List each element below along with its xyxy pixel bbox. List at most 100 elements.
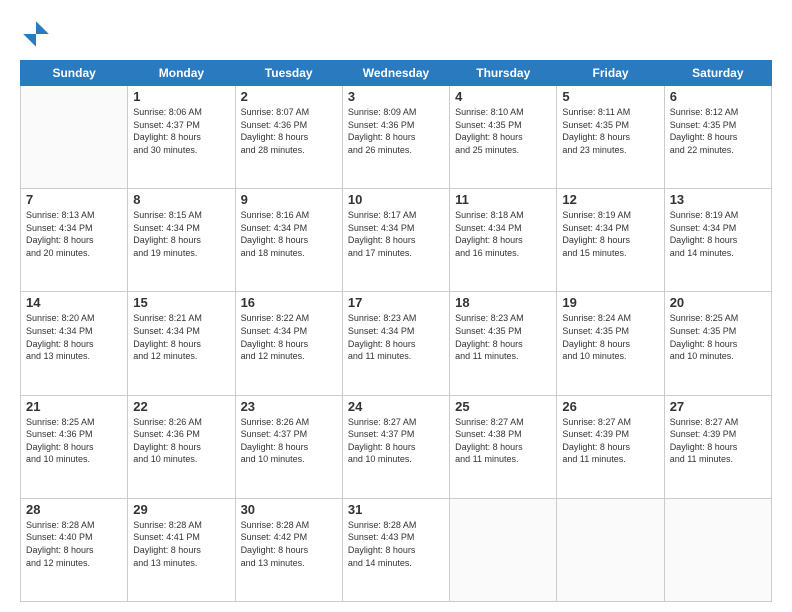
- calendar-cell: [21, 86, 128, 189]
- day-info: Sunrise: 8:15 AMSunset: 4:34 PMDaylight:…: [133, 209, 229, 259]
- daylight-text: Daylight: 8 hoursand 10 minutes.: [562, 338, 658, 363]
- sunrise-text: Sunrise: 8:21 AM: [133, 312, 229, 325]
- calendar-cell: 10Sunrise: 8:17 AMSunset: 4:34 PMDayligh…: [342, 189, 449, 292]
- day-info: Sunrise: 8:18 AMSunset: 4:34 PMDaylight:…: [455, 209, 551, 259]
- sunrise-text: Sunrise: 8:19 AM: [670, 209, 766, 222]
- day-info: Sunrise: 8:25 AMSunset: 4:35 PMDaylight:…: [670, 312, 766, 362]
- weekday-header-tuesday: Tuesday: [235, 61, 342, 86]
- calendar-cell: 30Sunrise: 8:28 AMSunset: 4:42 PMDayligh…: [235, 498, 342, 601]
- sunset-text: Sunset: 4:35 PM: [455, 325, 551, 338]
- day-number: 12: [562, 192, 658, 207]
- day-info: Sunrise: 8:27 AMSunset: 4:38 PMDaylight:…: [455, 416, 551, 466]
- daylight-text: Daylight: 8 hoursand 11 minutes.: [455, 338, 551, 363]
- calendar-cell: 9 Sunrise: 8:16 AMSunset: 4:34 PMDaylight…: [235, 189, 342, 292]
- daylight-text: Daylight: 8 hoursand 25 minutes.: [455, 131, 551, 156]
- day-info: Sunrise: 8:11 AMSunset: 4:35 PMDaylight:…: [562, 106, 658, 156]
- sunset-text: Sunset: 4:37 PM: [133, 119, 229, 132]
- day-info: Sunrise: 8:13 AMSunset: 4:34 PMDaylight:…: [26, 209, 122, 259]
- calendar-cell: 6 Sunrise: 8:12 AMSunset: 4:35 PMDaylight…: [664, 86, 771, 189]
- day-number: 24: [348, 399, 444, 414]
- day-number: 4: [455, 89, 551, 104]
- header: [20, 18, 772, 50]
- sunrise-text: Sunrise: 8:26 AM: [241, 416, 337, 429]
- daylight-text: Daylight: 8 hoursand 18 minutes.: [241, 234, 337, 259]
- week-row-3: 21Sunrise: 8:25 AMSunset: 4:36 PMDayligh…: [21, 395, 772, 498]
- day-number: 1: [133, 89, 229, 104]
- calendar-cell: 7 Sunrise: 8:13 AMSunset: 4:34 PMDaylight…: [21, 189, 128, 292]
- sunset-text: Sunset: 4:37 PM: [348, 428, 444, 441]
- daylight-text: Daylight: 8 hoursand 12 minutes.: [26, 544, 122, 569]
- daylight-text: Daylight: 8 hoursand 13 minutes.: [241, 544, 337, 569]
- sunrise-text: Sunrise: 8:15 AM: [133, 209, 229, 222]
- calendar-cell: 17Sunrise: 8:23 AMSunset: 4:34 PMDayligh…: [342, 292, 449, 395]
- sunset-text: Sunset: 4:37 PM: [241, 428, 337, 441]
- day-number: 16: [241, 295, 337, 310]
- sunset-text: Sunset: 4:39 PM: [562, 428, 658, 441]
- calendar-cell: 8Sunrise: 8:15 AMSunset: 4:34 PMDaylight…: [128, 189, 235, 292]
- sunset-text: Sunset: 4:42 PM: [241, 531, 337, 544]
- day-number: 9: [241, 192, 337, 207]
- sunset-text: Sunset: 4:41 PM: [133, 531, 229, 544]
- day-info: Sunrise: 8:16 AMSunset: 4:34 PMDaylight:…: [241, 209, 337, 259]
- day-info: Sunrise: 8:19 AMSunset: 4:34 PMDaylight:…: [562, 209, 658, 259]
- calendar-cell: 4 Sunrise: 8:10 AMSunset: 4:35 PMDaylight…: [450, 86, 557, 189]
- daylight-text: Daylight: 8 hoursand 11 minutes.: [562, 441, 658, 466]
- daylight-text: Daylight: 8 hoursand 16 minutes.: [455, 234, 551, 259]
- sunset-text: Sunset: 4:35 PM: [562, 325, 658, 338]
- sunset-text: Sunset: 4:36 PM: [26, 428, 122, 441]
- sunrise-text: Sunrise: 8:22 AM: [241, 312, 337, 325]
- sunset-text: Sunset: 4:40 PM: [26, 531, 122, 544]
- sunrise-text: Sunrise: 8:06 AM: [133, 106, 229, 119]
- weekday-header-row: SundayMondayTuesdayWednesdayThursdayFrid…: [21, 61, 772, 86]
- day-info: Sunrise: 8:26 AMSunset: 4:37 PMDaylight:…: [241, 416, 337, 466]
- day-info: Sunrise: 8:12 AMSunset: 4:35 PMDaylight:…: [670, 106, 766, 156]
- day-number: 27: [670, 399, 766, 414]
- calendar-cell: 22Sunrise: 8:26 AMSunset: 4:36 PMDayligh…: [128, 395, 235, 498]
- day-number: 13: [670, 192, 766, 207]
- sunrise-text: Sunrise: 8:12 AM: [670, 106, 766, 119]
- daylight-text: Daylight: 8 hoursand 10 minutes.: [670, 338, 766, 363]
- day-number: 11: [455, 192, 551, 207]
- day-info: Sunrise: 8:10 AMSunset: 4:35 PMDaylight:…: [455, 106, 551, 156]
- calendar-cell: 21Sunrise: 8:25 AMSunset: 4:36 PMDayligh…: [21, 395, 128, 498]
- sunrise-text: Sunrise: 8:23 AM: [348, 312, 444, 325]
- sunset-text: Sunset: 4:35 PM: [670, 325, 766, 338]
- calendar-cell: 27Sunrise: 8:27 AMSunset: 4:39 PMDayligh…: [664, 395, 771, 498]
- sunrise-text: Sunrise: 8:20 AM: [26, 312, 122, 325]
- day-number: 7: [26, 192, 122, 207]
- day-info: Sunrise: 8:23 AMSunset: 4:35 PMDaylight:…: [455, 312, 551, 362]
- sunrise-text: Sunrise: 8:27 AM: [670, 416, 766, 429]
- day-number: 10: [348, 192, 444, 207]
- day-info: Sunrise: 8:07 AMSunset: 4:36 PMDaylight:…: [241, 106, 337, 156]
- sunset-text: Sunset: 4:34 PM: [133, 325, 229, 338]
- daylight-text: Daylight: 8 hoursand 10 minutes.: [26, 441, 122, 466]
- day-info: Sunrise: 8:27 AMSunset: 4:37 PMDaylight:…: [348, 416, 444, 466]
- sunset-text: Sunset: 4:36 PM: [133, 428, 229, 441]
- sunset-text: Sunset: 4:34 PM: [348, 222, 444, 235]
- sunrise-text: Sunrise: 8:23 AM: [455, 312, 551, 325]
- sunrise-text: Sunrise: 8:11 AM: [562, 106, 658, 119]
- daylight-text: Daylight: 8 hoursand 30 minutes.: [133, 131, 229, 156]
- sunset-text: Sunset: 4:34 PM: [348, 325, 444, 338]
- calendar-cell: 5Sunrise: 8:11 AMSunset: 4:35 PMDaylight…: [557, 86, 664, 189]
- day-info: Sunrise: 8:23 AMSunset: 4:34 PMDaylight:…: [348, 312, 444, 362]
- calendar-cell: 26Sunrise: 8:27 AMSunset: 4:39 PMDayligh…: [557, 395, 664, 498]
- daylight-text: Daylight: 8 hoursand 23 minutes.: [562, 131, 658, 156]
- calendar-cell: 15Sunrise: 8:21 AMSunset: 4:34 PMDayligh…: [128, 292, 235, 395]
- calendar-cell: 20Sunrise: 8:25 AMSunset: 4:35 PMDayligh…: [664, 292, 771, 395]
- calendar-cell: 25Sunrise: 8:27 AMSunset: 4:38 PMDayligh…: [450, 395, 557, 498]
- daylight-text: Daylight: 8 hoursand 14 minutes.: [348, 544, 444, 569]
- day-number: 31: [348, 502, 444, 517]
- day-number: 6: [670, 89, 766, 104]
- sunrise-text: Sunrise: 8:28 AM: [348, 519, 444, 532]
- daylight-text: Daylight: 8 hoursand 15 minutes.: [562, 234, 658, 259]
- calendar-cell: [557, 498, 664, 601]
- daylight-text: Daylight: 8 hoursand 13 minutes.: [26, 338, 122, 363]
- weekday-header-thursday: Thursday: [450, 61, 557, 86]
- daylight-text: Daylight: 8 hoursand 28 minutes.: [241, 131, 337, 156]
- day-number: 15: [133, 295, 229, 310]
- day-number: 22: [133, 399, 229, 414]
- daylight-text: Daylight: 8 hoursand 13 minutes.: [133, 544, 229, 569]
- day-number: 18: [455, 295, 551, 310]
- sunrise-text: Sunrise: 8:28 AM: [241, 519, 337, 532]
